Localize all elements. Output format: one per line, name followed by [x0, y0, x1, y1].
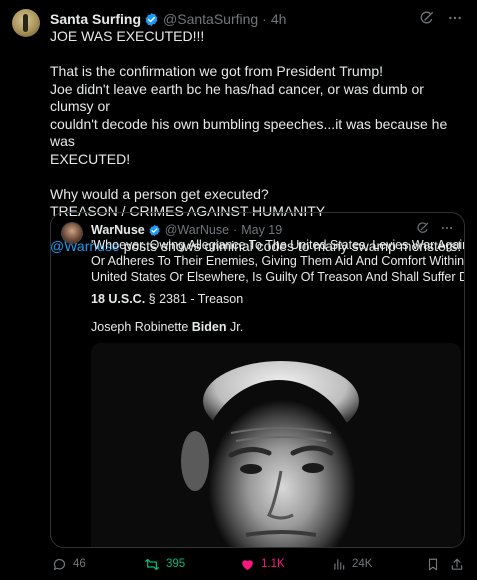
author-display-name[interactable]: Santa Surfing — [50, 11, 141, 27]
usc-citation: 18 U.S.C. § 2381 - Treason — [91, 292, 243, 306]
author-handle[interactable]: @SantaSurfing — [163, 11, 258, 27]
post-line: EXECUTED! — [50, 150, 131, 167]
quoted-author-name[interactable]: WarNuse — [91, 223, 145, 237]
post-line: That is the confirmation we got from Pre… — [50, 63, 384, 79]
share-button[interactable] — [450, 556, 464, 572]
quoted-post[interactable]: WarNuse @WarNuse · May 19 'Whoever, Owin… — [50, 212, 465, 548]
bookmark-button[interactable] — [426, 556, 440, 572]
grok-icon[interactable] — [416, 221, 430, 235]
subject-name: Joseph Robinette Biden Jr. — [91, 320, 243, 334]
separator-dot: · — [262, 11, 267, 27]
views-count: 24K — [352, 558, 373, 570]
like-icon — [242, 559, 253, 570]
quoted-header-actions — [416, 221, 454, 235]
verified-badge-icon — [145, 12, 158, 26]
separator-dot: · — [233, 223, 238, 237]
bookmark-icon — [428, 558, 438, 570]
views-icon — [334, 558, 345, 570]
like-button[interactable]: 1.1K — [240, 556, 285, 572]
quoted-author-handle[interactable]: @WarNuse — [165, 223, 229, 237]
more-icon[interactable] — [447, 10, 463, 26]
share-icon — [451, 558, 463, 570]
subject-name-bold: Biden — [191, 320, 227, 334]
quoted-post-header: WarNuse @WarNuse · May 19 — [91, 221, 282, 239]
quoted-line: 'Whoever, Owing Allegiance To The United… — [91, 238, 464, 252]
quoted-post-date[interactable]: May 19 — [241, 223, 282, 237]
quoted-post-text: 'Whoever, Owing Allegiance To The United… — [91, 238, 465, 285]
reply-button[interactable]: 46 — [52, 556, 86, 572]
post-actions: 46 395 1.1K 24K — [50, 556, 465, 572]
quoted-line: United States Or Elsewhere, Is Guilty Of… — [91, 269, 465, 284]
quoted-line: Or Adheres To Their Enemies, Giving Them… — [91, 253, 465, 268]
post-line: Joe didn't leave earth bc he has/had can… — [50, 80, 424, 115]
subject-name-first: Joseph Robinette — [91, 320, 192, 334]
author-avatar[interactable] — [12, 9, 40, 37]
like-count: 1.1K — [261, 558, 285, 570]
post-line: couldn't decode his own bumbling speeche… — [50, 115, 448, 150]
subject-name-suffix: Jr. — [226, 320, 244, 334]
more-icon[interactable] — [440, 221, 454, 235]
repost-count: 395 — [166, 558, 186, 570]
views-button[interactable]: 24K — [332, 556, 372, 572]
post[interactable]: Santa Surfing @SantaSurfing · 4h JOE WAS… — [0, 0, 477, 580]
repost-button[interactable]: 395 — [144, 556, 185, 572]
post-line: JOE WAS EXECUTED!!! — [50, 28, 205, 44]
post-line: Why would a person get executed? — [50, 185, 269, 202]
header-actions — [419, 10, 463, 26]
post-header: Santa Surfing @SantaSurfing · 4h — [50, 9, 286, 29]
post-timestamp[interactable]: 4h — [271, 11, 287, 27]
usc-title: § 2381 - Treason — [145, 292, 244, 306]
reply-icon — [53, 558, 66, 570]
verified-badge-icon — [149, 224, 160, 236]
portrait-photo — [91, 343, 461, 547]
quoted-post-image[interactable] — [91, 343, 461, 547]
quoted-author-avatar[interactable] — [61, 222, 83, 244]
usc-code: 18 U.S.C. — [91, 292, 146, 306]
grok-icon[interactable] — [419, 10, 435, 26]
reply-count: 46 — [73, 558, 86, 570]
repost-icon — [145, 558, 159, 570]
